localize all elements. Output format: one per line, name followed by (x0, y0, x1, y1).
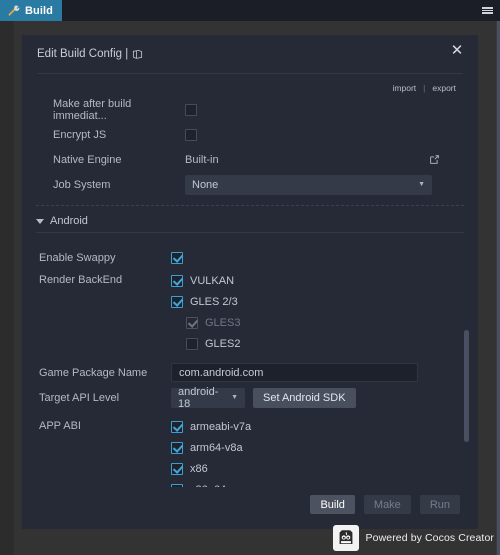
make-after-build-label: Make after build immediat... (53, 97, 132, 122)
job-system-label: Job System (53, 178, 111, 191)
top-bar-spacer (62, 0, 474, 21)
game-package-name-input[interactable]: com.android.com (171, 363, 418, 382)
row-native-engine: Native Engine Built-in (36, 147, 464, 172)
tools-icon (7, 4, 20, 17)
general-settings-section: Make after build immediat... Encrypt JS … (36, 97, 464, 206)
build-config-form: Make after build immediat... Encrypt JS … (22, 97, 478, 487)
chevron-down-icon: ▼ (231, 394, 238, 401)
tab-build-label: Build (25, 4, 53, 17)
arm64-v8a-label: arm64-v8a (190, 441, 243, 454)
workspace-left-strip (0, 21, 14, 555)
job-system-select[interactable]: None ▼ (185, 174, 432, 195)
gles2-checkbox[interactable] (186, 337, 198, 350)
render-backend-option-gles2: GLES2 (171, 333, 240, 354)
header-divider (37, 73, 463, 74)
gles3-label: GLES3 (205, 316, 241, 329)
app-abi-options: armeabi-v7a arm64-v8a x86 x86_64 (171, 416, 478, 487)
armeabi-v7a-label: armeabi-v7a (190, 420, 252, 433)
row-game-package-name: Game Package Name com.android.com (22, 360, 478, 385)
render-backend-option-gles23: GLES 2/3 (171, 291, 238, 312)
dialog-title-text: Edit Build Config | (37, 48, 129, 60)
job-system-value: None (192, 178, 219, 191)
render-backend-option-vulkan: VULKAN (171, 270, 234, 291)
app-abi-option-armeabi-v7a: armeabi-v7a (171, 416, 251, 437)
external-link-icon[interactable] (429, 154, 440, 165)
gles23-checkbox[interactable] (171, 295, 183, 308)
row-enable-swappy: Enable Swappy (22, 245, 478, 270)
app-abi-option-x86-64: x86_64 (171, 479, 226, 487)
run-button[interactable]: Run (419, 495, 460, 514)
edit-build-config-dialog: Edit Build Config | ✕ import | export Ma… (22, 35, 478, 529)
android-section-header[interactable]: Android (22, 210, 478, 232)
render-backend-options: VULKAN GLES 2/3 GLES3 GLES2 (171, 270, 478, 354)
target-api-level-control: android-18 ▼ Set Android SDK (171, 385, 478, 410)
dialog-body: import | export Make after build immedia… (22, 75, 478, 487)
armeabi-v7a-checkbox[interactable] (171, 420, 183, 433)
import-link[interactable]: import (393, 83, 417, 93)
game-package-name-value: com.android.com (179, 366, 264, 379)
io-separator: | (423, 83, 426, 93)
enable-swappy-checkbox[interactable] (171, 251, 183, 264)
gles23-label: GLES 2/3 (190, 295, 238, 308)
row-encrypt-js: Encrypt JS (36, 122, 464, 147)
encrypt-js-label: Encrypt JS (53, 128, 107, 141)
row-render-backend: Render BackEnd VULKAN GLES 2/3 GLES3 GLE… (22, 270, 478, 354)
android-section-divider (36, 232, 464, 233)
game-package-name-control: com.android.com (171, 363, 478, 382)
dialog-footer: Build Make Run (22, 487, 478, 529)
enable-swappy-label: Enable Swappy (39, 251, 116, 264)
gles3-checkbox (186, 316, 198, 329)
top-bar: Build (0, 0, 500, 21)
native-engine-label: Native Engine (53, 153, 122, 166)
set-android-sdk-button[interactable]: Set Android SDK (253, 387, 356, 408)
encrypt-js-checkbox[interactable] (185, 128, 197, 141)
native-engine-control: Built-in (185, 154, 464, 166)
close-icon[interactable]: ✕ (447, 40, 467, 60)
make-after-build-control (185, 103, 464, 116)
import-export-row: import | export (393, 83, 456, 93)
app-abi-option-arm64-v8a: arm64-v8a (171, 437, 243, 458)
chevron-down-icon: ▼ (418, 181, 425, 188)
powered-by-cocos: Powered by Cocos Creator (332, 525, 494, 551)
app-abi-label: APP ABI (39, 420, 81, 432)
powered-by-text: Powered by Cocos Creator (365, 532, 494, 544)
row-make-after-build: Make after build immediat... (36, 97, 464, 122)
gles2-label: GLES2 (205, 337, 241, 350)
target-api-level-value: android-18 (178, 385, 219, 410)
render-backend-label: Render BackEnd (39, 274, 123, 286)
target-api-level-label: Target API Level (39, 391, 120, 404)
build-button[interactable]: Build (310, 495, 355, 514)
make-button[interactable]: Make (363, 495, 411, 514)
row-job-system: Job System None ▼ (36, 172, 464, 197)
row-target-api-level: Target API Level android-18 ▼ Set Androi… (22, 385, 478, 410)
encrypt-js-control (185, 128, 464, 141)
book-icon[interactable] (132, 49, 143, 60)
x86-label: x86 (190, 462, 208, 475)
tab-build[interactable]: Build (0, 0, 62, 21)
action-buttons: Build Make Run (310, 495, 460, 514)
chevron-down-icon (36, 218, 44, 224)
enable-swappy-control (171, 251, 478, 264)
cocos-logo-icon (332, 525, 359, 551)
job-system-control: None ▼ (185, 174, 464, 195)
native-engine-value: Built-in (185, 153, 219, 166)
render-backend-option-gles3: GLES3 (171, 312, 240, 333)
dialog-scrollbar-thumb[interactable] (464, 330, 469, 442)
app-abi-option-x86: x86 (171, 458, 208, 479)
arm64-v8a-checkbox[interactable] (171, 441, 183, 454)
dialog-header: Edit Build Config | ✕ (22, 35, 478, 75)
row-app-abi: APP ABI armeabi-v7a arm64-v8a x86 (22, 416, 478, 487)
dialog-title: Edit Build Config | (37, 48, 143, 60)
game-package-name-label: Game Package Name (39, 366, 148, 379)
make-after-build-checkbox[interactable] (185, 103, 197, 116)
workspace: Edit Build Config | ✕ import | export Ma… (0, 21, 500, 555)
hamburger-menu-icon[interactable] (474, 0, 500, 21)
hamburger-lines (481, 6, 493, 15)
export-link[interactable]: export (432, 83, 456, 93)
vulkan-label: VULKAN (190, 274, 235, 287)
x86-checkbox[interactable] (171, 462, 183, 475)
target-api-level-select[interactable]: android-18 ▼ (171, 385, 245, 410)
vulkan-checkbox[interactable] (171, 274, 183, 287)
android-section-title: Android (50, 215, 88, 227)
